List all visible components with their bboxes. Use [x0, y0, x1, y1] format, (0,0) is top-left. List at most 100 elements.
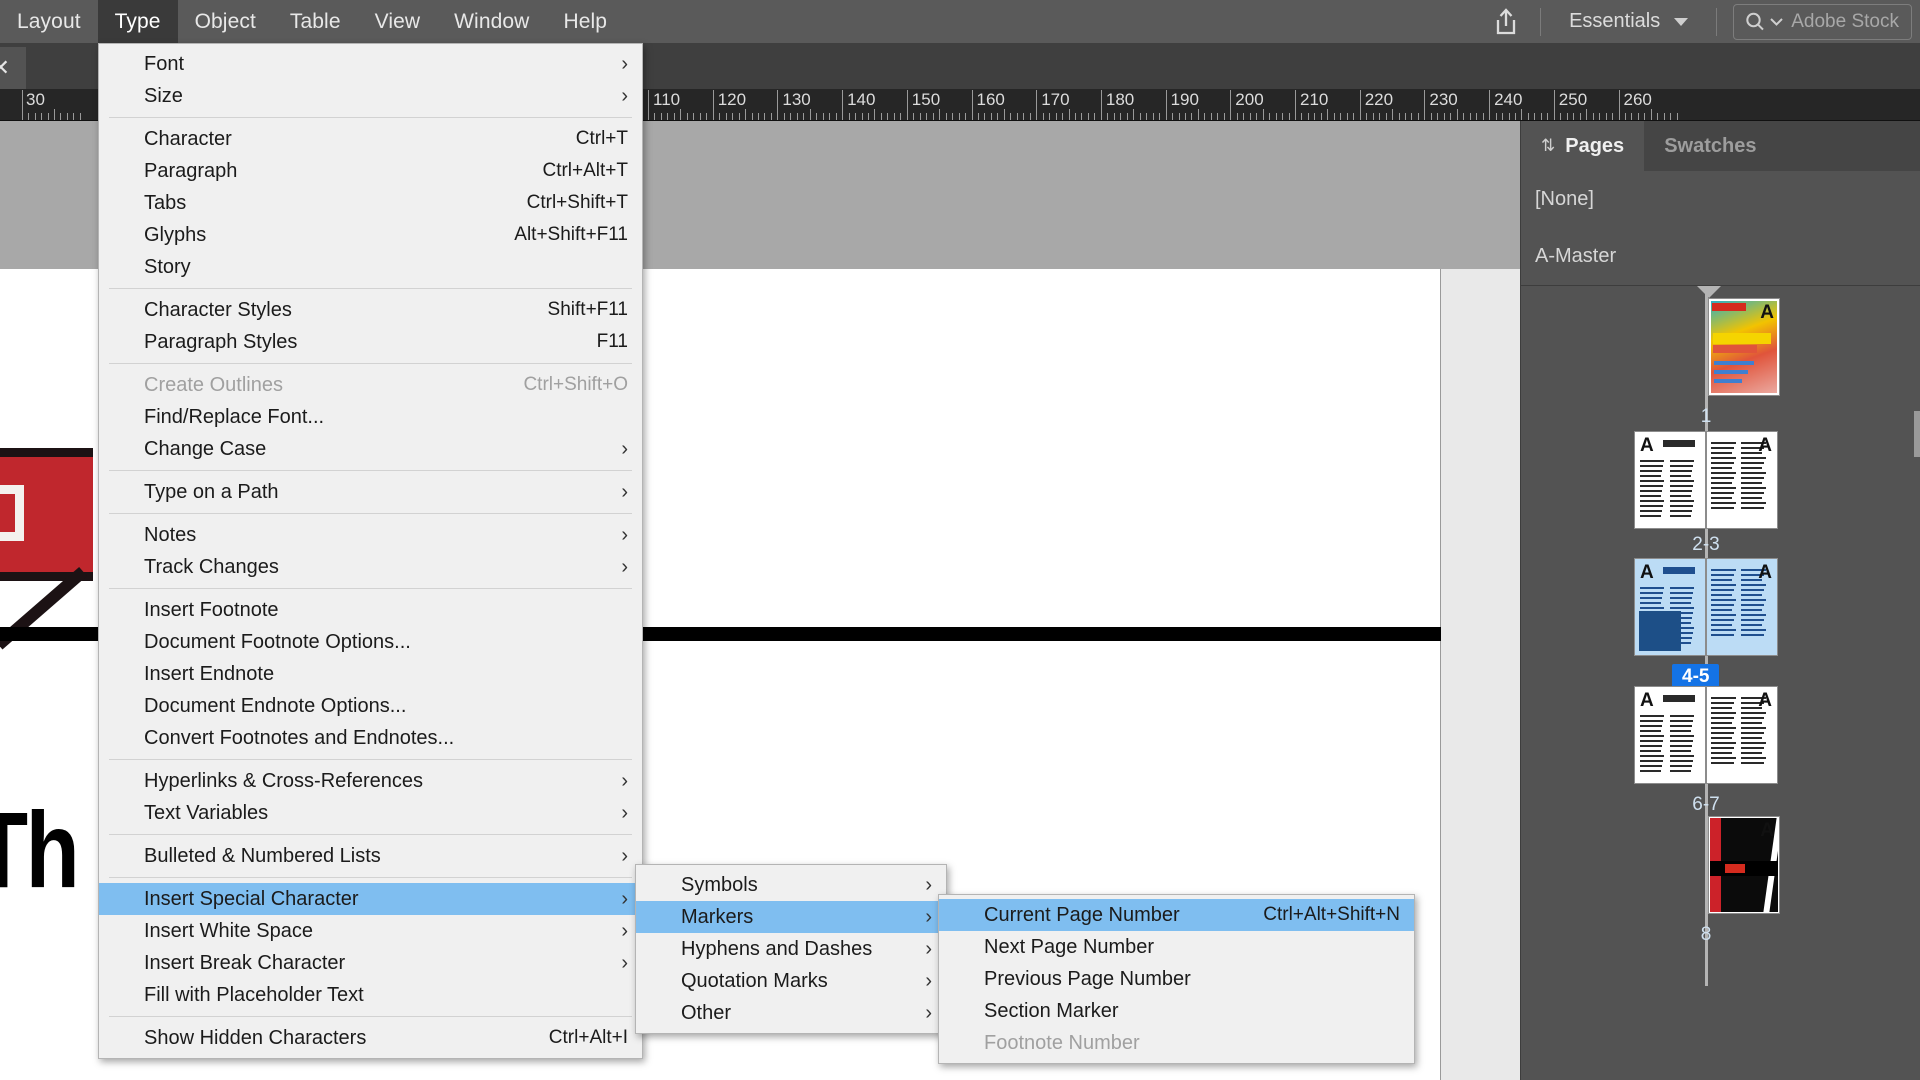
page-spread[interactable]: A [1708, 816, 1780, 914]
ruler-tick [1036, 90, 1038, 120]
ruler-tick [1663, 113, 1665, 120]
page-thumbnails-area[interactable]: A 1 A A 2-3 A A 4-5 A A 6-7 A 8 [1521, 286, 1920, 986]
adobe-stock-search[interactable]: Adobe Stock [1733, 3, 1912, 40]
ruler-tick [73, 113, 75, 120]
document-tab[interactable]: s ✕ [0, 47, 26, 89]
thumbnail-line [1670, 730, 1691, 732]
menu-item-markers[interactable]: Markers › [636, 901, 946, 933]
menu-item-tabs[interactable]: Tabs Ctrl+Shift+T [99, 187, 642, 219]
page-number-label[interactable]: 6-7 [1646, 794, 1766, 816]
menu-item-show-hidden-characters[interactable]: Show Hidden Characters Ctrl+Alt+I [99, 1022, 642, 1054]
panel-tab-strip: ⇅ Pages Swatches [1521, 121, 1920, 171]
menu-item-character[interactable]: Character Ctrl+T [99, 123, 642, 155]
thumbnail-line [1741, 757, 1766, 759]
page-spread[interactable]: A [1708, 298, 1780, 396]
page-number-label[interactable]: 2-3 [1646, 534, 1766, 556]
menu-item-bulleted-numbered-lists[interactable]: Bulleted & Numbered Lists › [99, 840, 642, 872]
panel-tab-pages[interactable]: ⇅ Pages [1521, 121, 1645, 171]
thumbnail-line [1711, 702, 1734, 704]
thumbnail-line [1741, 497, 1762, 499]
page-spread[interactable]: AA [1634, 558, 1778, 656]
page-thumbnail[interactable]: A [1708, 298, 1780, 396]
ruler-label: 160 [976, 90, 1005, 109]
insert-special-character-submenu[interactable]: Symbols › Markers › Hyphens and Dashes › Quota… [635, 864, 947, 1034]
page-thumbnail[interactable]: A [1634, 686, 1706, 784]
menu-item-notes[interactable]: Notes › [99, 519, 642, 551]
ruler-tick [654, 113, 656, 120]
menu-item-insert-special-character[interactable]: Insert Special Character › [99, 883, 642, 915]
menu-item-hyperlinks-cross-references[interactable]: Hyperlinks & Cross-References › [99, 765, 642, 797]
ruler-tick [971, 90, 973, 120]
menubar-item-help[interactable]: Help [546, 0, 624, 43]
menu-item-other[interactable]: Other › [636, 997, 946, 1029]
ruler-tick [1249, 113, 1251, 120]
menu-item-insert-endnote[interactable]: Insert Endnote [99, 658, 642, 690]
thumbnail-line [1741, 482, 1762, 484]
menu-item-find-replace-font[interactable]: Find/Replace Font... [99, 401, 642, 433]
menu-item-insert-white-space[interactable]: Insert White Space › [99, 915, 642, 947]
page-spread[interactable]: AA [1634, 431, 1778, 529]
ruler-tick [777, 90, 779, 120]
menu-item-label: Markers [681, 905, 754, 928]
page-thumbnail[interactable]: A [1706, 431, 1778, 529]
type-menu[interactable]: Font › Size › Character Ctrl+T Paragraph Ctrl+A… [98, 43, 643, 1059]
menu-item-current-page-number[interactable]: Current Page Number Ctrl+Alt+Shift+N [939, 899, 1414, 931]
ruler-tick [874, 109, 876, 120]
menu-item-previous-page-number[interactable]: Previous Page Number [939, 963, 1414, 995]
menu-item-symbols[interactable]: Symbols › [636, 869, 946, 901]
page-spread[interactable]: AA [1634, 686, 1778, 784]
thumbnail-line [1711, 477, 1734, 479]
thumbnail-line [1670, 470, 1692, 472]
menu-item-document-endnote-options[interactable]: Document Endnote Options... [99, 690, 642, 722]
ruler-tick [1482, 113, 1484, 120]
menu-item-label: Insert White Space [144, 919, 313, 942]
master-page-item[interactable]: A-Master [1521, 228, 1920, 285]
page-number-label[interactable]: 8 [1646, 924, 1766, 946]
share-export-icon[interactable] [1484, 0, 1528, 43]
menubar-item-layout[interactable]: Layout [0, 0, 98, 43]
menu-item-next-page-number[interactable]: Next Page Number [939, 931, 1414, 963]
menubar-item-window[interactable]: Window [437, 0, 546, 43]
menubar-item-table[interactable]: Table [273, 0, 358, 43]
thumbnail-line [1640, 592, 1663, 594]
page-thumbnail[interactable]: A [1706, 558, 1778, 656]
menu-item-text-variables[interactable]: Text Variables › [99, 797, 642, 829]
page-thumbnail[interactable]: A [1706, 686, 1778, 784]
ruler-label: 230 [1429, 90, 1458, 109]
menu-item-size[interactable]: Size › [99, 80, 642, 112]
menu-item-font[interactable]: Font › [99, 48, 642, 80]
menu-item-story[interactable]: Story [99, 251, 642, 283]
menu-item-change-case[interactable]: Change Case › [99, 433, 642, 465]
menu-item-paragraph-styles[interactable]: Paragraph Styles F11 [99, 326, 642, 358]
close-icon[interactable]: ✕ [0, 57, 10, 79]
panel-scrollbar[interactable] [1914, 411, 1920, 457]
menubar-item-object[interactable]: Object [178, 0, 273, 43]
menu-item-shortcut: Shift+F11 [547, 299, 628, 320]
menu-item-section-marker[interactable]: Section Marker [939, 995, 1414, 1027]
page-gutter [1441, 269, 1520, 1080]
menu-item-character-styles[interactable]: Character Styles Shift+F11 [99, 294, 642, 326]
menu-item-fill-with-placeholder-text[interactable]: Fill with Placeholder Text [99, 979, 642, 1011]
markers-submenu[interactable]: Current Page Number Ctrl+Alt+Shift+N Next … [938, 894, 1415, 1064]
menu-item-glyphs[interactable]: Glyphs Alt+Shift+F11 [99, 219, 642, 251]
menu-item-insert-footnote[interactable]: Insert Footnote [99, 594, 642, 626]
menu-item-quotation-marks[interactable]: Quotation Marks › [636, 965, 946, 997]
menubar-item-type[interactable]: Type [97, 0, 178, 43]
page-thumbnail[interactable]: A [1634, 558, 1706, 656]
page-number-label[interactable]: 1 [1646, 406, 1766, 428]
ruler-tick [1624, 113, 1626, 120]
panel-tab-swatches[interactable]: Swatches [1644, 121, 1776, 171]
page-thumbnail[interactable]: A [1634, 431, 1706, 529]
menubar-item-view[interactable]: View [358, 0, 438, 43]
page-thumbnail[interactable]: A [1708, 816, 1780, 914]
master-page-item[interactable]: [None] [1521, 171, 1920, 228]
menu-item-hyphens-and-dashes[interactable]: Hyphens and Dashes › [636, 933, 946, 965]
menu-item-track-changes[interactable]: Track Changes › [99, 551, 642, 583]
menu-item-type-on-a-path[interactable]: Type on a Path › [99, 476, 642, 508]
menu-item-paragraph[interactable]: Paragraph Ctrl+Alt+T [99, 155, 642, 187]
workspace-switcher[interactable]: Essentials [1553, 4, 1704, 40]
menu-item-document-footnote-options[interactable]: Document Footnote Options... [99, 626, 642, 658]
menu-item-convert-footnotes-and-endnotes[interactable]: Convert Footnotes and Endnotes... [99, 722, 642, 754]
menu-item-insert-break-character[interactable]: Insert Break Character › [99, 947, 642, 979]
thumbnail-line [1711, 502, 1736, 504]
